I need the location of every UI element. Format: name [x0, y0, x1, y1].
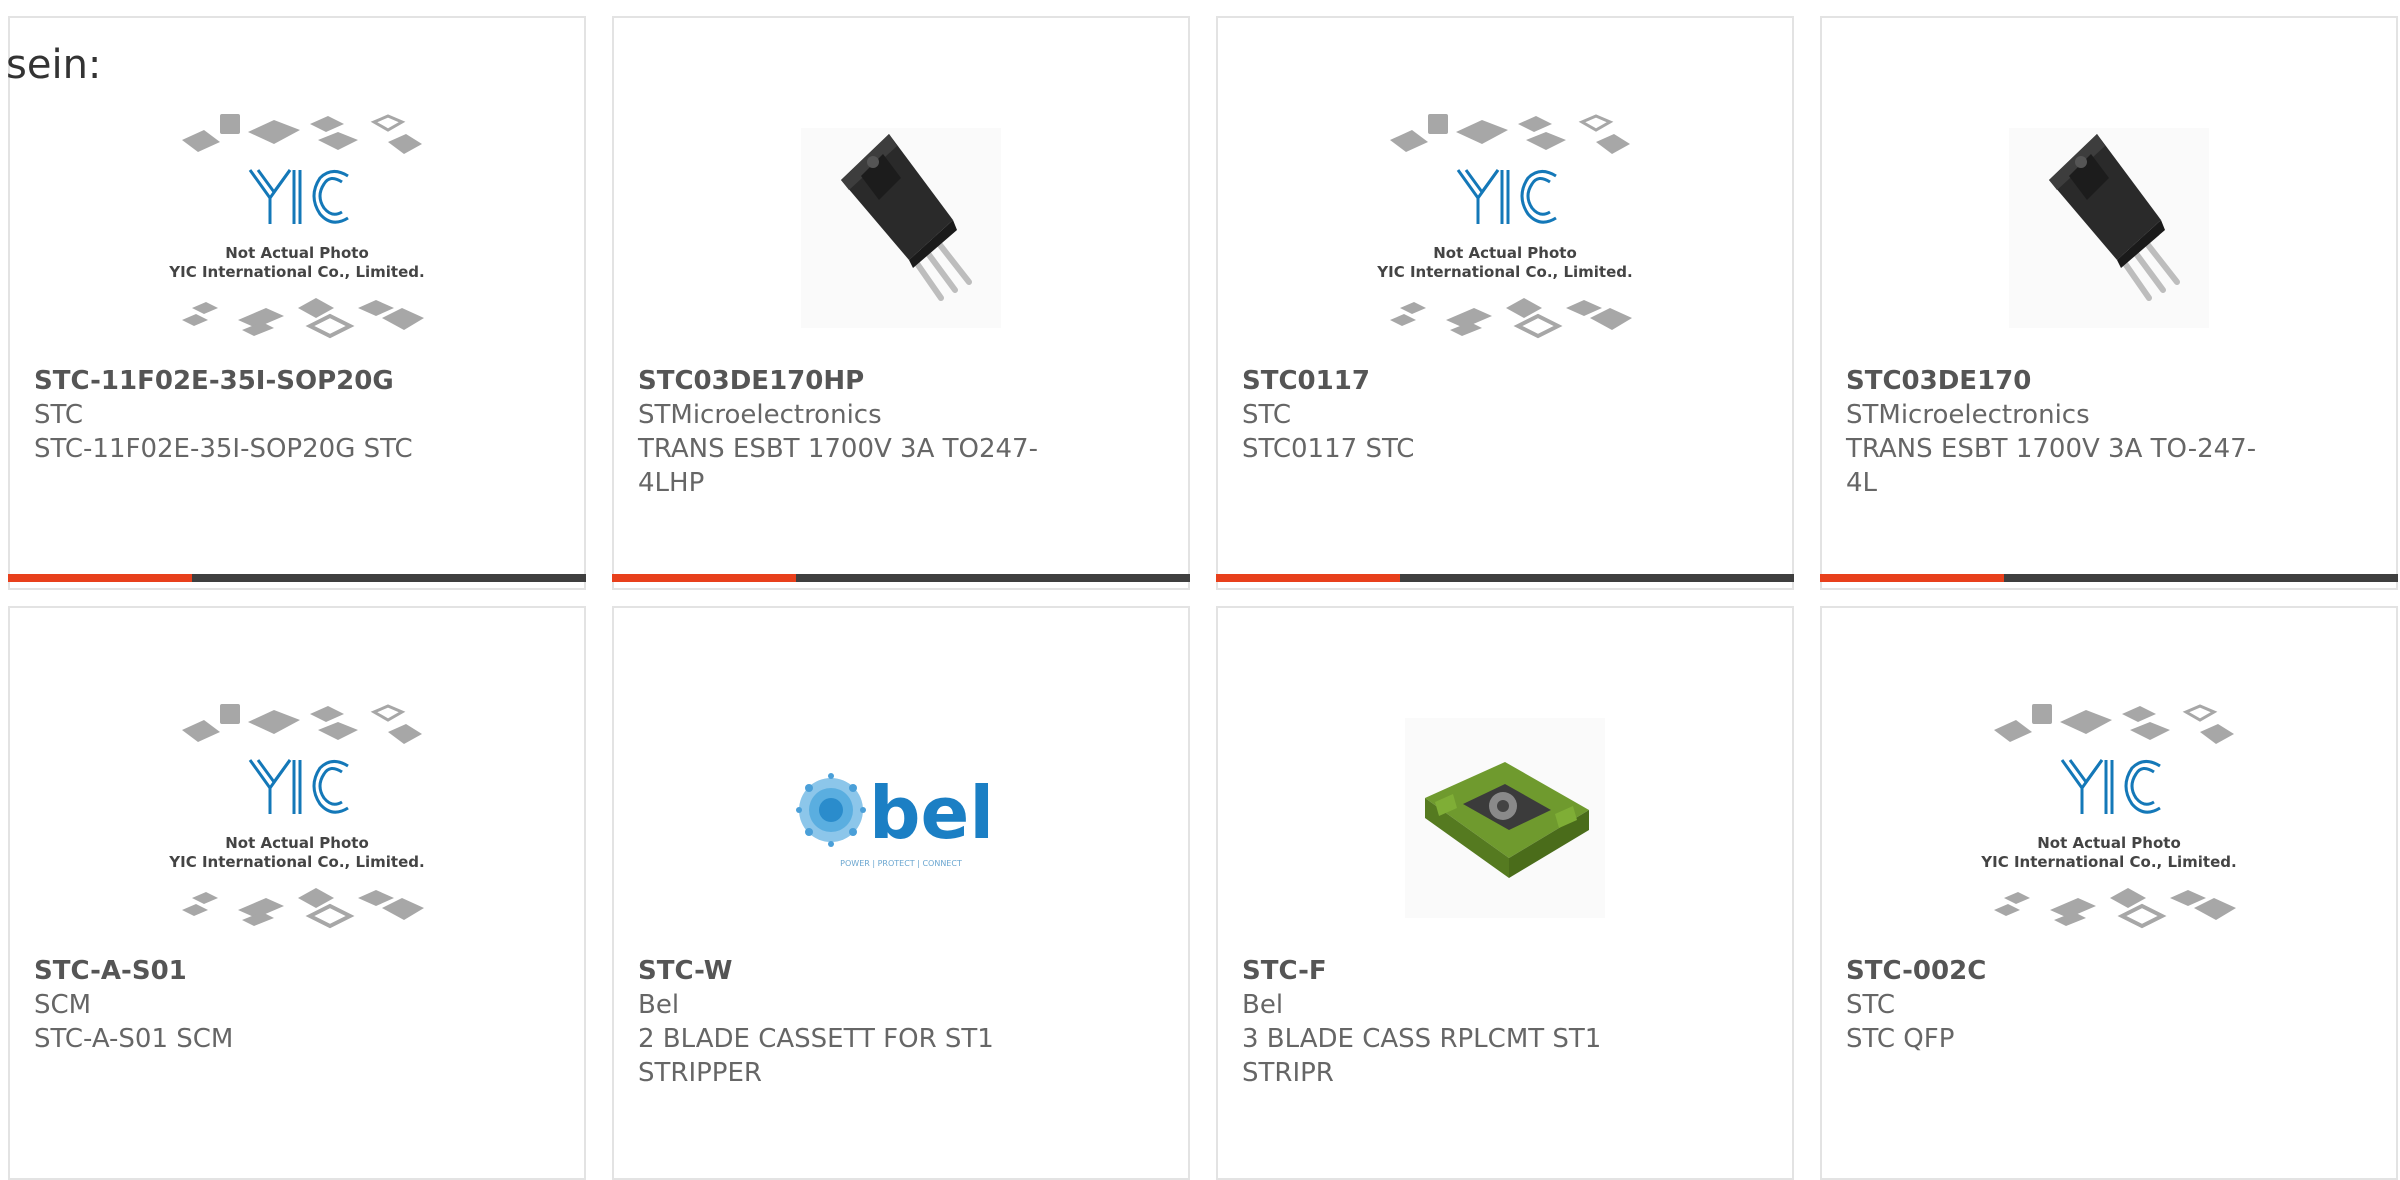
product-image-blade-cassette[interactable]	[1218, 688, 1792, 948]
card-bottom-bar	[1820, 574, 2398, 582]
manufacturer: Bel	[1242, 990, 1284, 1020]
product-info: STC-A-S01 SCM STC-A-S01 SCM	[34, 954, 474, 1056]
product-image-placeholder[interactable]: Not Actual Photo YIC International Co., …	[1822, 688, 2396, 948]
card-bottom-bar	[612, 574, 1190, 582]
card-bottom-bar	[1216, 574, 1794, 582]
product-card[interactable]: STC03DE170HP STMicroelectronics TRANS ES…	[612, 16, 1190, 590]
manufacturer: STC	[1242, 400, 1292, 430]
product-info: STC0117 STC STC0117 STC	[1242, 364, 1682, 466]
manufacturer: STC	[1846, 990, 1896, 1020]
product-image-bel-logo[interactable]: bel POWER | PROTECT | CONNECT	[614, 688, 1188, 948]
product-image-transistor[interactable]	[614, 98, 1188, 358]
product-image-placeholder[interactable]: Not Actual Photo YIC International Co., …	[10, 98, 584, 358]
product-card[interactable]: bel POWER | PROTECT | CONNECT STC-W Bel …	[612, 606, 1190, 1180]
product-info: STC-W Bel 2 BLADE CASSETT FOR ST1 STRIPP…	[638, 954, 1078, 1090]
product-card[interactable]: Not Actual Photo YIC International Co., …	[1820, 606, 2398, 1180]
svg-text:Not Actual Photo: Not Actual Photo	[225, 834, 369, 852]
product-info: STC-002C STC STC QFP	[1846, 954, 2286, 1056]
manufacturer: STC	[34, 400, 84, 430]
description: STC-11F02E-35I-SOP20G STC	[34, 434, 413, 464]
svg-text:Not Actual Photo: Not Actual Photo	[1433, 244, 1577, 262]
description: TRANS ESBT 1700V 3A TO-247-4L	[1846, 434, 2257, 498]
svg-text:Not Actual Photo: Not Actual Photo	[2037, 834, 2181, 852]
description: 3 BLADE CASS RPLCMT ST1 STRIPR	[1242, 1024, 1602, 1088]
product-image-placeholder[interactable]: Not Actual Photo YIC International Co., …	[10, 688, 584, 948]
card-accent-bar	[1820, 574, 2004, 582]
product-info: STC03DE170HP STMicroelectronics TRANS ES…	[638, 364, 1078, 500]
part-number-link[interactable]: STC-W	[638, 954, 1078, 988]
manufacturer: STMicroelectronics	[1846, 400, 2090, 430]
svg-text:YIC International Co., Limited: YIC International Co., Limited.	[1980, 853, 2236, 871]
svg-text:YIC International Co., Limited: YIC International Co., Limited.	[168, 263, 424, 281]
part-number-link[interactable]: STC03DE170	[1846, 364, 2286, 398]
card-bottom-bar	[8, 574, 586, 582]
svg-text:YIC International Co., Limited: YIC International Co., Limited.	[1376, 263, 1632, 281]
part-number-link[interactable]: STC-F	[1242, 954, 1682, 988]
product-info: STC-11F02E-35I-SOP20G STC STC-11F02E-35I…	[34, 364, 474, 466]
part-number-link[interactable]: STC0117	[1242, 364, 1682, 398]
product-card[interactable]: STC03DE170 STMicroelectronics TRANS ESBT…	[1820, 16, 2398, 590]
intro-text: sein:	[6, 42, 102, 88]
svg-text:bel: bel	[869, 771, 994, 855]
product-card[interactable]: Not Actual Photo YIC International Co., …	[8, 606, 586, 1180]
description: TRANS ESBT 1700V 3A TO247-4LHP	[638, 434, 1038, 498]
product-card[interactable]: STC-F Bel 3 BLADE CASS RPLCMT ST1 STRIPR	[1216, 606, 1794, 1180]
part-number-link[interactable]: STC-A-S01	[34, 954, 474, 988]
svg-text:POWER | PROTECT | CONNECT: POWER | PROTECT | CONNECT	[840, 859, 962, 868]
description: 2 BLADE CASSETT FOR ST1 STRIPPER	[638, 1024, 994, 1088]
manufacturer: SCM	[34, 990, 92, 1020]
product-info: STC-F Bel 3 BLADE CASS RPLCMT ST1 STRIPR	[1242, 954, 1682, 1090]
product-card[interactable]: Not Actual Photo YIC International Co., …	[8, 16, 586, 590]
manufacturer: Bel	[638, 990, 680, 1020]
product-info: STC03DE170 STMicroelectronics TRANS ESBT…	[1846, 364, 2286, 500]
product-image-transistor[interactable]	[1822, 98, 2396, 358]
card-accent-bar	[612, 574, 796, 582]
product-grid: Not Actual Photo YIC International Co., …	[0, 0, 2400, 1180]
product-image-placeholder[interactable]: Not Actual Photo YIC International Co., …	[1218, 98, 1792, 358]
svg-text:YIC International Co., Limited: YIC International Co., Limited.	[168, 853, 424, 871]
part-number-link[interactable]: STC-002C	[1846, 954, 2286, 988]
part-number-link[interactable]: STC03DE170HP	[638, 364, 1078, 398]
description: STC QFP	[1846, 1024, 1955, 1054]
part-number-link[interactable]: STC-11F02E-35I-SOP20G	[34, 364, 474, 398]
product-card[interactable]: Not Actual Photo YIC International Co., …	[1216, 16, 1794, 590]
svg-text:Not Actual Photo: Not Actual Photo	[225, 244, 369, 262]
description: STC-A-S01 SCM	[34, 1024, 234, 1054]
description: STC0117 STC	[1242, 434, 1415, 464]
card-accent-bar	[8, 574, 192, 582]
card-accent-bar	[1216, 574, 1400, 582]
manufacturer: STMicroelectronics	[638, 400, 882, 430]
